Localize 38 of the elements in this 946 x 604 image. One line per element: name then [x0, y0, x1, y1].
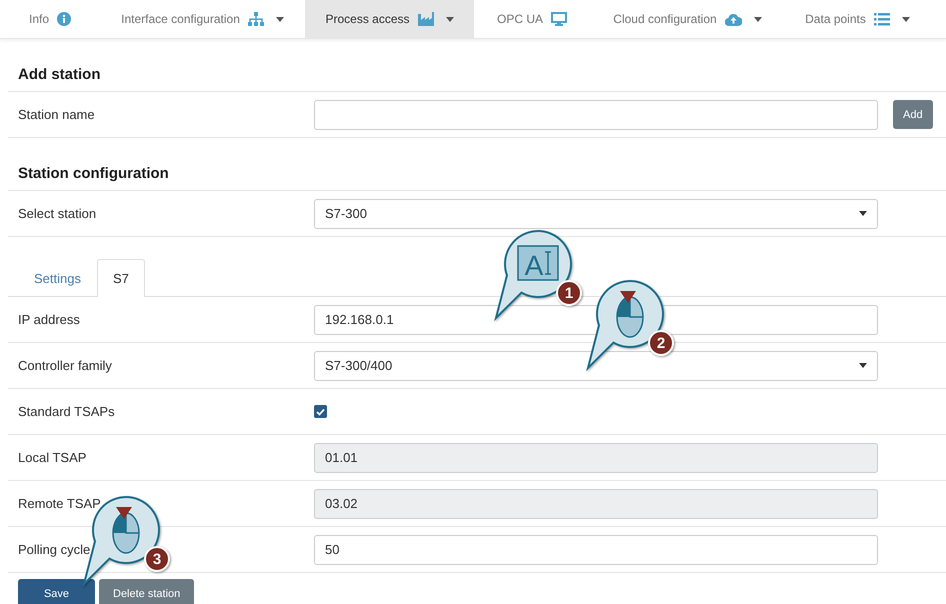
field-label: IP address — [17, 312, 81, 327]
nav-tab[interactable]: Info — [0, 0, 100, 38]
field-label: Select station — [17, 206, 98, 221]
delete-button[interactable]: Delete station — [99, 579, 194, 604]
readonly-field[interactable]: 01.01 — [314, 442, 878, 472]
tab[interactable]: S7 — [96, 259, 145, 297]
station-select[interactable]: S7-300 — [314, 198, 878, 228]
monitor-icon — [551, 12, 567, 26]
field-label: Polling cycle — [17, 542, 92, 557]
nav-tab[interactable]: Interface configuration — [100, 0, 305, 38]
caret-icon — [859, 211, 867, 216]
field-label: Remote TSAP — [17, 496, 102, 511]
input-field[interactable]: 50 — [314, 534, 878, 564]
tab[interactable]: Settings — [18, 259, 97, 297]
hierarchy-icon — [248, 12, 264, 26]
caret-icon — [859, 363, 867, 368]
field-label: Local TSAP — [17, 450, 88, 465]
field-label: Standard TSAPs — [17, 404, 116, 419]
section-heading: Add station — [8, 39, 946, 92]
add-button[interactable]: Add — [893, 100, 933, 129]
field-label: Controller family — [17, 358, 113, 373]
section-heading: Station configuration — [8, 138, 946, 191]
cloud-upload-icon — [724, 12, 742, 26]
nav-tab[interactable]: OPC UA — [474, 0, 590, 38]
save-button[interactable]: Save — [18, 579, 95, 604]
dropdown-field[interactable]: S7-300/400 — [314, 350, 878, 380]
step-number-badge: 1 — [556, 280, 582, 306]
station-name-field[interactable] — [314, 100, 878, 130]
field-label: Station name — [17, 107, 96, 122]
list-icon — [874, 12, 890, 26]
nav-tab[interactable]: Process access — [305, 0, 474, 38]
nav-tab[interactable]: Data points — [785, 0, 930, 38]
info-icon — [57, 12, 71, 26]
step-number-badge: 3 — [144, 546, 170, 572]
factory-icon — [418, 12, 434, 26]
nav-tab[interactable]: Cloud configuration — [590, 0, 785, 38]
checkbox[interactable] — [314, 405, 327, 418]
readonly-field[interactable]: 03.02 — [314, 488, 878, 518]
